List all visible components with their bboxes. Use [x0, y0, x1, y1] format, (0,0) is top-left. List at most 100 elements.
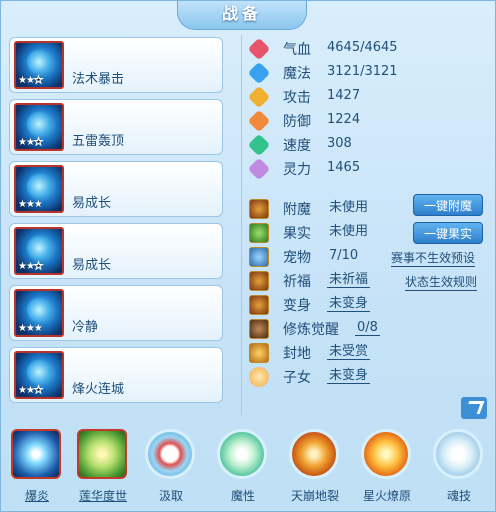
skill-card[interactable]: ★★★ 五雷轰顶 [9, 99, 223, 155]
spirit-icon [247, 157, 271, 181]
no-preset-link[interactable]: 赛事不生效预设 [391, 251, 476, 267]
skillbar-slot[interactable]: 星火燎原 [357, 425, 417, 511]
heart-icon [247, 37, 271, 61]
cultivation-icon [249, 319, 269, 339]
star-rating: ★★★ [18, 385, 43, 396]
stat-label: 速度 [283, 138, 311, 154]
status-row[interactable]: 封地 未受赏 [249, 341, 489, 365]
status-value: 未使用 [329, 200, 369, 215]
skill-card[interactable]: ★★★ 易成长 [9, 223, 223, 279]
skill-bar: 爆炎 莲华度世 汲取 魔性 天崩地裂 星火燎原 魂技 [1, 425, 495, 511]
skillbar-slot[interactable]: 魔性 [213, 425, 273, 511]
diamond-icon [247, 61, 271, 85]
enchant-icon [249, 199, 269, 219]
battle-prep-panel: 战备 ★★★ 法术暴击 ★★★ 五雷轰顶 ★★★ 易成长 ★★★ 易成长 ★★★ [0, 0, 496, 512]
skill-card[interactable]: ★★★ 易成长 [9, 161, 223, 217]
skill-name: 冷静 [72, 320, 99, 335]
stat-label: 灵力 [283, 162, 311, 178]
soul-skill-icon [433, 429, 483, 479]
one-click-fruit-button[interactable]: 一键果实 [413, 222, 483, 244]
fruit-icon [249, 223, 269, 243]
lotus-hand-icon [77, 429, 127, 479]
status-row[interactable]: 变身 未变身 [249, 293, 489, 317]
status-label: 封地 [283, 346, 311, 362]
fief-icon [249, 343, 269, 363]
skillbar-slot[interactable]: 天崩地裂 [285, 425, 345, 511]
absorb-icon [145, 429, 195, 479]
skill-name: 易成长 [72, 258, 112, 273]
status-label: 附魔 [283, 202, 311, 218]
skill-icon: ★★★ [14, 103, 64, 151]
skill-icon: ★★★ [14, 289, 64, 337]
stat-label: 攻击 [283, 90, 311, 106]
skillbar-slot[interactable]: 汲取 [141, 425, 201, 511]
skill-card[interactable]: ★★★ 烽火连城 [9, 347, 223, 403]
sword-icon [247, 85, 271, 109]
stat-row: 灵力 1465 [247, 157, 429, 181]
status-value[interactable]: 0/8 [355, 320, 380, 336]
skill-icon: ★★★ [14, 351, 64, 399]
status-rules-link[interactable]: 状态生效规则 [405, 275, 478, 291]
status-label: 祈福 [283, 274, 311, 290]
skillbar-label: 爆炎 [24, 489, 49, 503]
stat-value: 1427 [327, 88, 361, 103]
stat-row: 攻击 1427 [247, 85, 429, 109]
skill-name: 五雷轰顶 [72, 134, 125, 149]
stat-value: 3121/3121 [327, 64, 398, 79]
stat-value: 1465 [327, 160, 361, 175]
skillbar-label: 星火燎原 [362, 489, 411, 503]
skill-icon: ★★★ [14, 227, 64, 275]
skill-name: 烽火连城 [72, 382, 125, 397]
pet-icon [249, 247, 269, 267]
status-label: 变身 [283, 298, 311, 314]
stat-label: 防御 [283, 114, 311, 130]
shield-icon [247, 109, 271, 133]
star-rating: ★★★ [18, 75, 43, 86]
skillbar-label: 莲华度世 [78, 489, 127, 503]
star-rating: ★★★ [18, 323, 43, 334]
share-icon[interactable] [461, 397, 487, 419]
status-label: 子女 [283, 370, 311, 386]
skillbar-slot[interactable]: 魂技 [429, 425, 489, 511]
stat-label: 魔法 [283, 66, 311, 82]
status-row[interactable]: 子女 未变身 [249, 365, 489, 389]
skill-card[interactable]: ★★★ 冷静 [9, 285, 223, 341]
child-icon [249, 367, 269, 387]
stat-label: 气血 [283, 42, 311, 58]
stat-value: 308 [327, 136, 352, 151]
stat-row: 气血 4645/4645 [247, 37, 429, 61]
explosion-icon [11, 429, 61, 479]
status-row[interactable]: 修炼觉醒 0/8 [249, 317, 489, 341]
skillbar-slot[interactable]: 莲华度世 [73, 425, 133, 511]
skill-name: 易成长 [72, 196, 112, 211]
skill-icon: ★★★ [14, 41, 64, 89]
skill-name: 法术暴击 [72, 72, 125, 87]
star-rating: ★★★ [18, 137, 43, 148]
stat-row: 速度 308 [247, 133, 429, 157]
status-value[interactable]: 未受赏 [327, 344, 371, 360]
stat-value: 4645/4645 [327, 40, 398, 55]
skill-list: ★★★ 法术暴击 ★★★ 五雷轰顶 ★★★ 易成长 ★★★ 易成长 ★★★ 冷静… [9, 37, 225, 409]
stat-value: 1224 [327, 112, 361, 127]
stats-list: 气血 4645/4645 魔法 3121/3121 攻击 1427 防御 122… [247, 37, 429, 181]
blessing-icon [249, 271, 269, 291]
skillbar-slot[interactable]: 爆炎 [7, 425, 67, 511]
skill-card[interactable]: ★★★ 法术暴击 [9, 37, 223, 93]
stat-row: 魔法 3121/3121 [247, 61, 429, 85]
status-label: 果实 [283, 226, 311, 242]
meditation-icon [217, 429, 267, 479]
divider [241, 35, 242, 415]
status-value: 7/10 [329, 248, 359, 263]
status-value: 未使用 [329, 224, 369, 239]
star-rating: ★★★ [18, 199, 43, 210]
status-value[interactable]: 未祈福 [327, 272, 371, 288]
skill-icon: ★★★ [14, 165, 64, 213]
earth-crack-icon [289, 429, 339, 479]
transform-icon [249, 295, 269, 315]
status-value[interactable]: 未变身 [327, 368, 371, 384]
skillbar-label: 魂技 [446, 489, 471, 503]
status-value[interactable]: 未变身 [327, 296, 371, 312]
one-click-enchant-button[interactable]: 一键附魔 [413, 194, 483, 216]
stat-row: 防御 1224 [247, 109, 429, 133]
skillbar-label: 汲取 [158, 489, 183, 503]
